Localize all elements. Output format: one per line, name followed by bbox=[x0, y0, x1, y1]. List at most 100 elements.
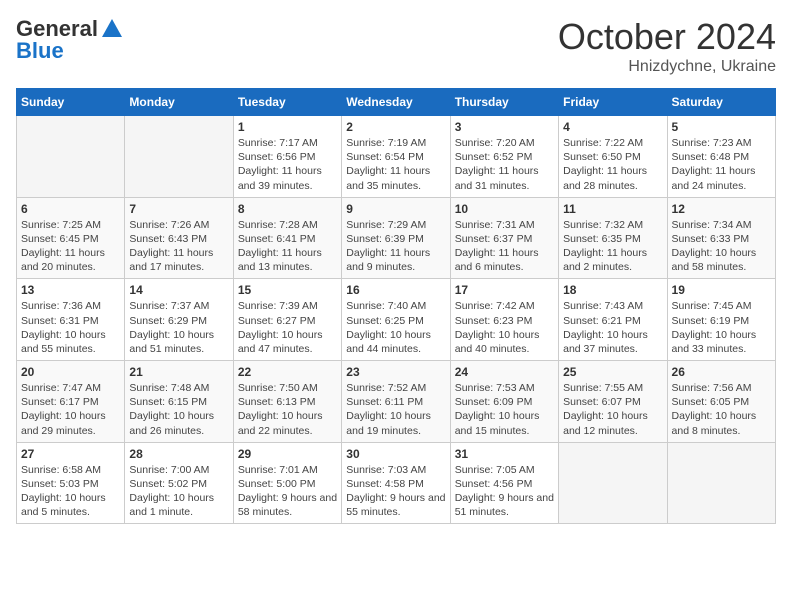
calendar-day-cell: 20Sunrise: 7:47 AMSunset: 6:17 PMDayligh… bbox=[17, 361, 125, 443]
day-info: Sunrise: 7:45 AMSunset: 6:19 PMDaylight:… bbox=[672, 299, 771, 356]
day-number: 27 bbox=[21, 447, 120, 461]
calendar-day-cell: 31 Sunrise: 7:05 AMSunset: 4:56 PMDayligh… bbox=[450, 442, 558, 524]
day-info: Sunrise: 7:29 AMSunset: 6:39 PMDaylight:… bbox=[346, 218, 445, 275]
day-number: 19 bbox=[672, 283, 771, 297]
day-header: Sunday bbox=[17, 89, 125, 116]
day-number: 21 bbox=[129, 365, 228, 379]
calendar-day-cell: 26 Sunrise: 7:56 AMSunset: 6:05 PMDayligh… bbox=[667, 361, 775, 443]
day-info: Sunrise: 7:25 AMSunset: 6:45 PMDaylight:… bbox=[21, 218, 120, 275]
day-info: Sunrise: 7:31 AMSunset: 6:37 PMDaylight:… bbox=[455, 218, 554, 275]
day-header: Friday bbox=[559, 89, 667, 116]
day-info: Sunrise: 7:22 AMSunset: 6:50 PMDaylight:… bbox=[563, 136, 662, 193]
day-number: 8 bbox=[238, 202, 337, 216]
day-info: Sunrise: 7:48 AMSunset: 6:15 PMDaylight:… bbox=[129, 381, 228, 438]
calendar-day-cell: 3Sunrise: 7:20 AMSunset: 6:52 PMDaylight… bbox=[450, 116, 558, 198]
calendar-day-cell: 8 Sunrise: 7:28 AMSunset: 6:41 PMDaylight… bbox=[233, 197, 341, 279]
day-number: 15 bbox=[238, 283, 337, 297]
day-info: Sunrise: 7:55 AMSunset: 6:07 PMDaylight:… bbox=[563, 381, 662, 438]
calendar-day-cell: 21 Sunrise: 7:48 AMSunset: 6:15 PMDayligh… bbox=[125, 361, 233, 443]
calendar-day-cell: 14 Sunrise: 7:37 AMSunset: 6:29 PMDayligh… bbox=[125, 279, 233, 361]
day-number: 26 bbox=[672, 365, 771, 379]
calendar-day-cell: 22Sunrise: 7:50 AMSunset: 6:13 PMDayligh… bbox=[233, 361, 341, 443]
day-info: Sunrise: 7:01 AMSunset: 5:00 PMDaylight:… bbox=[238, 463, 337, 520]
day-info: Sunrise: 7:05 AMSunset: 4:56 PMDaylight:… bbox=[455, 463, 554, 520]
calendar-day-cell: 7 Sunrise: 7:26 AMSunset: 6:43 PMDaylight… bbox=[125, 197, 233, 279]
calendar-day-cell: 6 Sunrise: 7:25 AMSunset: 6:45 PMDaylight… bbox=[17, 197, 125, 279]
calendar-day-cell: 24 Sunrise: 7:53 AMSunset: 6:09 PMDayligh… bbox=[450, 361, 558, 443]
day-number: 5 bbox=[672, 120, 771, 134]
day-info: Sunrise: 7:43 AMSunset: 6:21 PMDaylight:… bbox=[563, 299, 662, 356]
calendar-day-cell: 9 Sunrise: 7:29 AMSunset: 6:39 PMDaylight… bbox=[342, 197, 450, 279]
calendar-week-row: 1Sunrise: 7:17 AMSunset: 6:56 PMDaylight… bbox=[17, 116, 776, 198]
day-header: Thursday bbox=[450, 89, 558, 116]
calendar-day-cell: 12Sunrise: 7:34 AMSunset: 6:33 PMDayligh… bbox=[667, 197, 775, 279]
day-number: 28 bbox=[129, 447, 228, 461]
calendar-day-cell: 18 Sunrise: 7:43 AMSunset: 6:21 PMDayligh… bbox=[559, 279, 667, 361]
day-info: Sunrise: 6:58 AMSunset: 5:03 PMDaylight:… bbox=[21, 463, 120, 520]
day-header: Monday bbox=[125, 89, 233, 116]
calendar-table: SundayMondayTuesdayWednesdayThursdayFrid… bbox=[16, 88, 776, 524]
day-number: 10 bbox=[455, 202, 554, 216]
day-number: 31 bbox=[455, 447, 554, 461]
page-header: General Blue October 2024 Hnizdychne, Uk… bbox=[16, 16, 776, 76]
calendar-day-cell: 4 Sunrise: 7:22 AMSunset: 6:50 PMDaylight… bbox=[559, 116, 667, 198]
day-info: Sunrise: 7:19 AMSunset: 6:54 PMDaylight:… bbox=[346, 136, 445, 193]
day-number: 11 bbox=[563, 202, 662, 216]
day-number: 16 bbox=[346, 283, 445, 297]
month-year: October 2024 bbox=[558, 16, 776, 58]
day-info: Sunrise: 7:53 AMSunset: 6:09 PMDaylight:… bbox=[455, 381, 554, 438]
day-number: 24 bbox=[455, 365, 554, 379]
calendar-day-cell: 2 Sunrise: 7:19 AMSunset: 6:54 PMDaylight… bbox=[342, 116, 450, 198]
calendar-day-cell bbox=[17, 116, 125, 198]
day-info: Sunrise: 7:26 AMSunset: 6:43 PMDaylight:… bbox=[129, 218, 228, 275]
days-header-row: SundayMondayTuesdayWednesdayThursdayFrid… bbox=[17, 89, 776, 116]
calendar-day-cell: 1Sunrise: 7:17 AMSunset: 6:56 PMDaylight… bbox=[233, 116, 341, 198]
calendar-day-cell: 29 Sunrise: 7:01 AMSunset: 5:00 PMDayligh… bbox=[233, 442, 341, 524]
day-number: 18 bbox=[563, 283, 662, 297]
day-number: 30 bbox=[346, 447, 445, 461]
day-header: Wednesday bbox=[342, 89, 450, 116]
day-number: 13 bbox=[21, 283, 120, 297]
calendar-day-cell bbox=[559, 442, 667, 524]
day-number: 3 bbox=[455, 120, 554, 134]
calendar-day-cell: 16 Sunrise: 7:40 AMSunset: 6:25 PMDayligh… bbox=[342, 279, 450, 361]
day-header: Tuesday bbox=[233, 89, 341, 116]
day-info: Sunrise: 7:00 AMSunset: 5:02 PMDaylight:… bbox=[129, 463, 228, 520]
calendar-day-cell: 30 Sunrise: 7:03 AMSunset: 4:58 PMDayligh… bbox=[342, 442, 450, 524]
location: Hnizdychne, Ukraine bbox=[558, 58, 776, 76]
day-number: 9 bbox=[346, 202, 445, 216]
day-number: 2 bbox=[346, 120, 445, 134]
calendar-day-cell: 17Sunrise: 7:42 AMSunset: 6:23 PMDayligh… bbox=[450, 279, 558, 361]
day-info: Sunrise: 7:40 AMSunset: 6:25 PMDaylight:… bbox=[346, 299, 445, 356]
calendar-week-row: 13 Sunrise: 7:36 AMSunset: 6:31 PMDayligh… bbox=[17, 279, 776, 361]
month-title: October 2024 Hnizdychne, Ukraine bbox=[558, 16, 776, 76]
calendar-day-cell bbox=[667, 442, 775, 524]
day-info: Sunrise: 7:39 AMSunset: 6:27 PMDaylight:… bbox=[238, 299, 337, 356]
day-info: Sunrise: 7:03 AMSunset: 4:58 PMDaylight:… bbox=[346, 463, 445, 520]
day-info: Sunrise: 7:28 AMSunset: 6:41 PMDaylight:… bbox=[238, 218, 337, 275]
day-info: Sunrise: 7:36 AMSunset: 6:31 PMDaylight:… bbox=[21, 299, 120, 356]
day-number: 25 bbox=[563, 365, 662, 379]
day-info: Sunrise: 7:50 AMSunset: 6:13 PMDaylight:… bbox=[238, 381, 337, 438]
calendar-day-cell: 23Sunrise: 7:52 AMSunset: 6:11 PMDayligh… bbox=[342, 361, 450, 443]
calendar-day-cell: 28 Sunrise: 7:00 AMSunset: 5:02 PMDayligh… bbox=[125, 442, 233, 524]
logo-icon bbox=[100, 17, 124, 41]
logo-blue: Blue bbox=[16, 38, 64, 64]
day-info: Sunrise: 7:32 AMSunset: 6:35 PMDaylight:… bbox=[563, 218, 662, 275]
day-number: 23 bbox=[346, 365, 445, 379]
day-info: Sunrise: 7:42 AMSunset: 6:23 PMDaylight:… bbox=[455, 299, 554, 356]
calendar-day-cell: 19 Sunrise: 7:45 AMSunset: 6:19 PMDayligh… bbox=[667, 279, 775, 361]
day-info: Sunrise: 7:37 AMSunset: 6:29 PMDaylight:… bbox=[129, 299, 228, 356]
calendar-day-cell: 27 Sunrise: 6:58 AMSunset: 5:03 PMDayligh… bbox=[17, 442, 125, 524]
day-number: 6 bbox=[21, 202, 120, 216]
day-header: Saturday bbox=[667, 89, 775, 116]
day-number: 7 bbox=[129, 202, 228, 216]
day-info: Sunrise: 7:47 AMSunset: 6:17 PMDaylight:… bbox=[21, 381, 120, 438]
day-info: Sunrise: 7:56 AMSunset: 6:05 PMDaylight:… bbox=[672, 381, 771, 438]
calendar-day-cell: 25 Sunrise: 7:55 AMSunset: 6:07 PMDayligh… bbox=[559, 361, 667, 443]
calendar-day-cell: 15 Sunrise: 7:39 AMSunset: 6:27 PMDayligh… bbox=[233, 279, 341, 361]
calendar-week-row: 6 Sunrise: 7:25 AMSunset: 6:45 PMDaylight… bbox=[17, 197, 776, 279]
day-number: 29 bbox=[238, 447, 337, 461]
day-number: 14 bbox=[129, 283, 228, 297]
day-number: 4 bbox=[563, 120, 662, 134]
